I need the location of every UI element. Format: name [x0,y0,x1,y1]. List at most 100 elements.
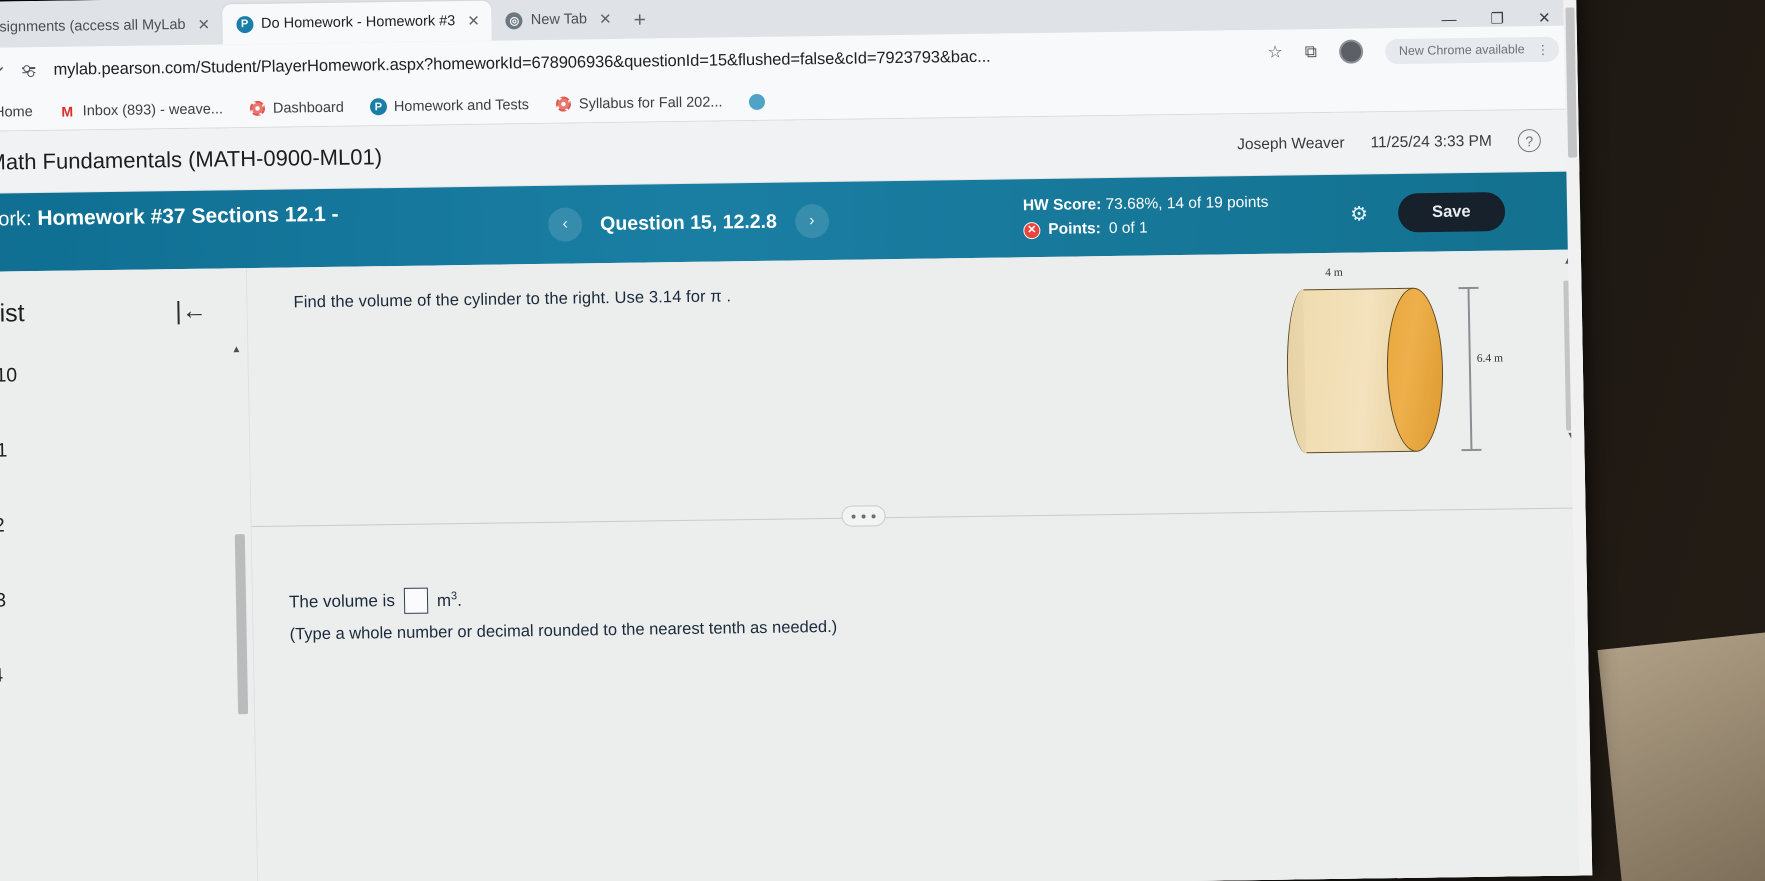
bookmark-label: Syllabus for Fall 202... [578,93,723,112]
bookmark-star-icon[interactable]: ☆ [1267,43,1283,63]
bookmark-label: Inbox (893) - weave... [82,100,224,119]
close-icon[interactable]: ✕ [599,10,612,28]
bookmark-inbox[interactable]: M Inbox (893) - weave... [59,100,224,119]
unit-base: m [436,590,452,610]
profile-avatar[interactable] [1338,39,1364,64]
chrome-update-label: New Chrome available [1398,42,1525,58]
points-label: Points: [1048,220,1102,238]
chrome-update-pill[interactable]: New Chrome available ⋮ [1384,36,1560,64]
tab-title: Assignments (access all MyLab [0,16,186,36]
next-question-button[interactable]: › [794,203,830,239]
pearson-mylab-page: 24 Math Fundamentals (MATH-0900-ML01) Jo… [0,0,1593,881]
question-prompt: Find the volume of the cylinder to the r… [293,287,732,312]
photo-of-laptop-screen: Assignments (access all MyLab ✕ P Do Hom… [0,0,1765,881]
homework-name: Homework #37 Sections 12.1 - [37,203,339,231]
current-question-label: Question 15, 12.2.8 [599,210,778,235]
sidebar-item-question-12[interactable]: ion 12 [0,485,251,564]
bookmark-label: Homework and Tests [393,96,530,115]
close-icon[interactable]: ✕ [467,12,480,30]
figure-top-dimension: 4 m [1325,266,1343,280]
bookmark-label: Dashboard [272,99,345,117]
points-row: ✕ Points: 0 of 1 [1023,215,1269,242]
sidebar-item-question-10[interactable]: stion 10 [0,335,249,414]
sidebar-header: ion list |← [0,268,247,339]
hw-score-label: HW Score: [1022,196,1102,215]
pearson-icon: P [235,15,254,33]
bookmark-label: Home [0,103,33,121]
bookmark-dashboard[interactable]: Dashboard [249,99,344,117]
dot [861,513,866,519]
canvas-icon [555,96,572,113]
course-header-right: Joseph Weaver 11/25/24 3:33 PM ? [1237,128,1542,156]
dot [851,514,856,519]
homework-label: mework: [0,208,32,232]
dimension-line [1467,287,1473,452]
previous-question-button[interactable]: ‹ [547,207,583,242]
section-divider [251,507,1586,528]
scrollbar-thumb[interactable] [234,534,249,715]
collapse-handle[interactable] [841,505,886,527]
answer-input[interactable] [403,587,429,614]
sidebar-item-question-11[interactable]: tion 11 [0,410,250,489]
browser-tab-do-homework[interactable]: P Do Homework - Homework #3 ✕ [221,0,493,45]
gear-icon[interactable]: ⚙ [1346,200,1372,226]
bookmark-extra[interactable] [748,93,766,110]
score-summary: HW Score: 73.68%, 14 of 19 points ✕ Poin… [1023,191,1269,242]
bookmark-homework-and-tests[interactable]: P Homework and Tests [369,96,530,116]
question-list-sidebar: ion list |← stion 10 tion 11 ion 12 ion … [0,268,261,881]
overflow-menu-icon[interactable]: ⋮ [1536,41,1550,56]
cylinder-figure: 4 m 6.4 m [1277,264,1531,477]
answer-line: The volume is m3. [289,582,837,616]
newtab-icon: ◎ [505,11,524,29]
pearson-icon: P [369,98,388,116]
extensions-icon[interactable]: ⧉ [1305,42,1318,62]
close-window-button[interactable]: ✕ [1538,10,1551,27]
help-icon[interactable]: ? [1517,128,1542,153]
cylinder-shape [1289,287,1445,453]
browser-tab-new-tab[interactable]: ◎ New Tab ✕ [491,0,624,41]
answer-prefix: The volume is [288,591,396,612]
maximize-button[interactable]: ❐ [1490,11,1504,28]
homework-title: mework: Homework #37 Sections 12.1 - 2 [0,203,339,258]
window-controls: — ❐ ✕ [1441,0,1577,29]
incorrect-icon: ✕ [1023,221,1041,239]
homework-name-line2: 2 [0,228,339,258]
points-value: 0 of 1 [1108,219,1148,238]
omnibox-actions: ☆ ⧉ New Chrome available ⋮ [1267,36,1563,65]
hw-score-row: HW Score: 73.68%, 14 of 19 points [1023,191,1269,218]
new-tab-button[interactable]: + [633,8,646,32]
sidebar-title: ion list [0,299,25,328]
address-bar-url[interactable]: mylab.pearson.com/Student/PlayerHomework… [53,44,1253,80]
gmail-icon: M [61,102,74,120]
question-content: Find the volume of the cylinder to the r… [246,249,1593,881]
browser-tab-assignments[interactable]: Assignments (access all MyLab ✕ [0,4,223,48]
scroll-up-icon[interactable]: ▲ [229,344,243,356]
sidebar-item-question-13[interactable]: ion 13 [0,560,253,639]
dot [871,513,876,518]
question-navigation: ‹ Question 15, 12.2.8 › [547,203,830,242]
minimize-button[interactable]: — [1441,11,1456,28]
browser-window: Assignments (access all MyLab ✕ P Do Hom… [0,0,1593,881]
desk-paper [1597,631,1765,881]
site-settings-icon[interactable] [17,59,39,81]
save-button[interactable]: Save [1397,192,1506,233]
answer-hint: (Type a whole number or decimal rounded … [289,617,838,644]
scrollbar-thumb[interactable] [1565,7,1578,158]
hw-score-value: 73.68%, 14 of 19 points [1105,193,1269,214]
answer-unit: m3. [437,590,462,611]
answer-area: The volume is m3. (Type a whole number o… [289,582,838,645]
reload-icon[interactable]: ⟳ [0,60,4,80]
tab-title: New Tab [530,11,588,29]
page-title: 24 Math Fundamentals (MATH-0900-ML01) [0,143,383,175]
page-body: ion list |← stion 10 tion 11 ion 12 ion … [0,0,1593,881]
figure-side-dimension: 6.4 m [1476,352,1504,365]
globe-icon [748,93,766,110]
collapse-sidebar-icon[interactable]: |← [175,297,207,326]
close-icon[interactable]: ✕ [197,16,210,34]
sidebar-item-question-14[interactable]: on 14 [0,635,254,714]
bookmark-syllabus[interactable]: Syllabus for Fall 202... [555,93,723,112]
current-datetime: 11/25/24 3:33 PM [1370,132,1492,151]
tab-title: Do Homework - Homework #3 [260,13,456,32]
bookmark-home[interactable]: 5 Home [0,103,33,121]
unit-period: . [456,590,463,610]
